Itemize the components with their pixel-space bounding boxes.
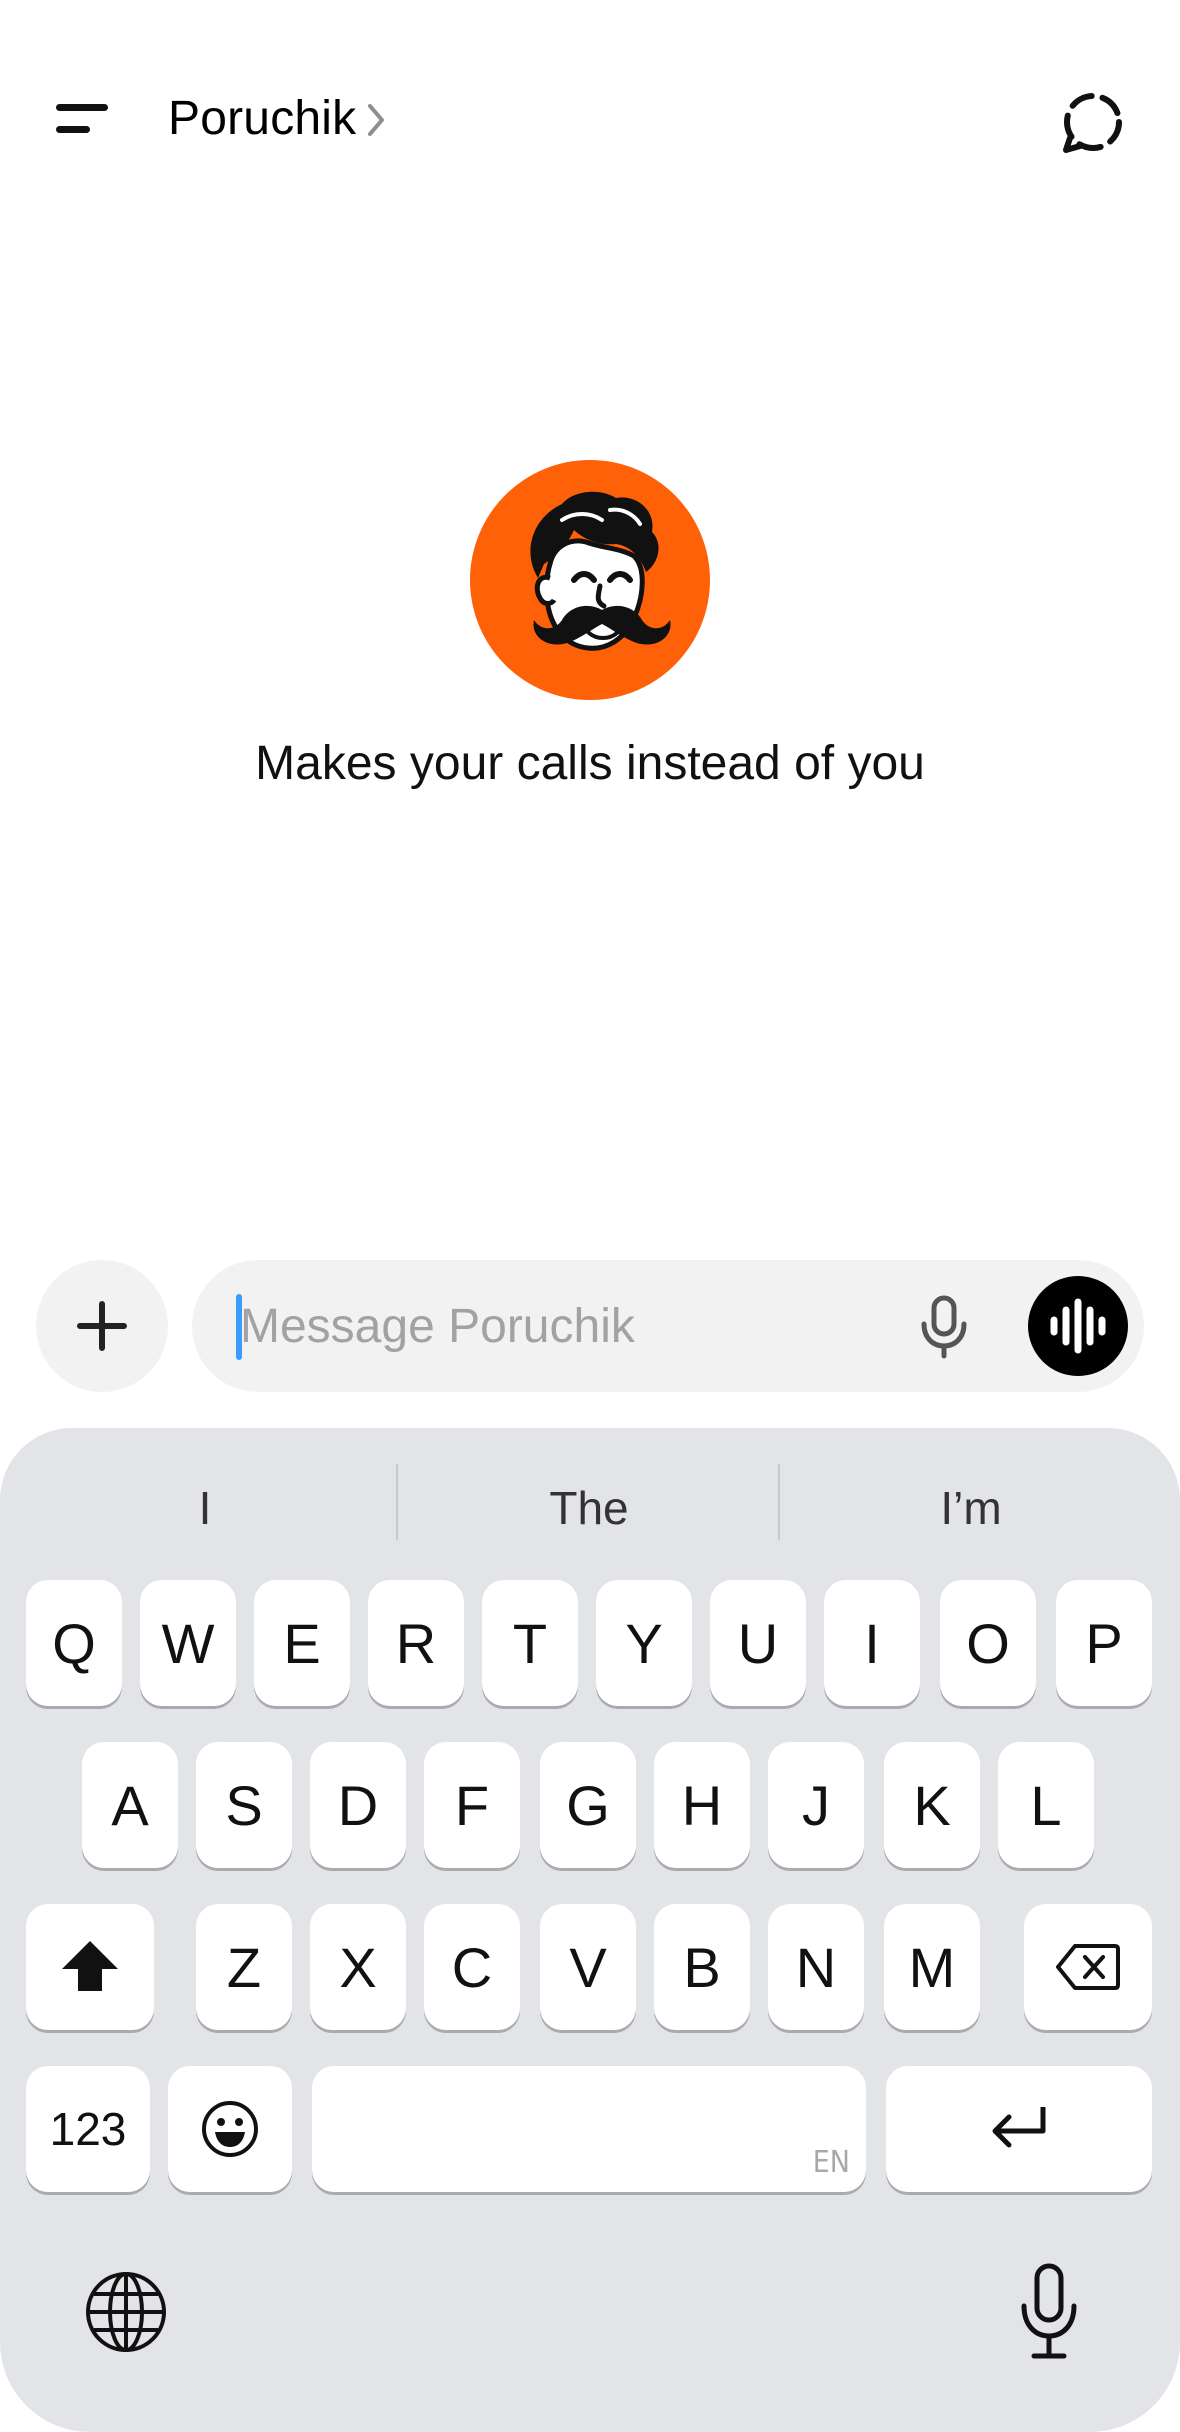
message-input[interactable] — [240, 1284, 880, 1368]
key-t[interactable]: T — [482, 1580, 578, 1706]
key-v[interactable]: V — [540, 1904, 636, 2030]
key-n[interactable]: N — [768, 1904, 864, 2030]
key-r[interactable]: R — [368, 1580, 464, 1706]
assistant-avatar — [470, 460, 710, 700]
page-title: Poruchik — [168, 91, 357, 145]
shift-icon — [62, 1941, 118, 1991]
suggestion-1[interactable]: I — [30, 1468, 380, 1548]
backspace-key[interactable] — [1024, 1904, 1152, 2030]
key-k[interactable]: K — [884, 1742, 980, 1868]
divider — [778, 1464, 780, 1540]
emoji-key[interactable] — [168, 2066, 292, 2192]
menu-icon[interactable] — [52, 98, 114, 142]
key-a[interactable]: A — [82, 1742, 178, 1868]
assistant-title-button[interactable]: Poruchik — [168, 86, 386, 150]
message-composer — [192, 1260, 1144, 1392]
key-p[interactable]: P — [1056, 1580, 1152, 1706]
key-w[interactable]: W — [140, 1580, 236, 1706]
key-b[interactable]: B — [654, 1904, 750, 2030]
key-x[interactable]: X — [310, 1904, 406, 2030]
key-h[interactable]: H — [654, 1742, 750, 1868]
key-s[interactable]: S — [196, 1742, 292, 1868]
language-indicator: EN — [812, 2145, 850, 2180]
shift-key[interactable] — [26, 1904, 154, 2030]
key-o[interactable]: O — [940, 1580, 1036, 1706]
suggestion-3[interactable]: I’m — [796, 1468, 1146, 1548]
key-d[interactable]: D — [310, 1742, 406, 1868]
emoji-icon — [202, 2101, 258, 2157]
key-u[interactable]: U — [710, 1580, 806, 1706]
top-bar: Poruchik — [0, 0, 1180, 240]
backspace-icon — [1056, 1944, 1120, 1990]
key-g[interactable]: G — [540, 1742, 636, 1868]
key-l[interactable]: L — [998, 1742, 1094, 1868]
key-m[interactable]: M — [884, 1904, 980, 2030]
return-key[interactable] — [886, 2066, 1152, 2192]
microphone-icon[interactable] — [912, 1292, 976, 1362]
plus-icon — [77, 1301, 127, 1351]
key-c[interactable]: C — [424, 1904, 520, 2030]
suggestion-2[interactable]: The — [414, 1468, 764, 1548]
divider — [396, 1464, 398, 1540]
attach-button[interactable] — [36, 1260, 168, 1392]
key-j[interactable]: J — [768, 1742, 864, 1868]
new-chat-icon[interactable] — [1058, 88, 1128, 158]
assistant-tagline: Makes your calls instead of you — [255, 737, 925, 790]
key-q[interactable]: Q — [26, 1580, 122, 1706]
globe-icon[interactable] — [82, 2268, 170, 2356]
chevron-right-icon — [368, 104, 385, 136]
on-screen-keyboard: I The I’m Q W E R T Y U I O P A S D F G … — [0, 1428, 1180, 2432]
key-i[interactable]: I — [824, 1580, 920, 1706]
dictation-icon[interactable] — [1016, 2262, 1082, 2362]
mustache-man-logo — [530, 491, 671, 651]
key-y[interactable]: Y — [596, 1580, 692, 1706]
numbers-key[interactable]: 123 — [26, 2066, 150, 2192]
space-key[interactable]: EN — [312, 2066, 866, 2192]
key-z[interactable]: Z — [196, 1904, 292, 2030]
voice-mode-button[interactable] — [1028, 1276, 1128, 1376]
voice-waveform-icon — [1050, 1298, 1106, 1354]
key-e[interactable]: E — [254, 1580, 350, 1706]
return-icon — [992, 2107, 1046, 2148]
key-f[interactable]: F — [424, 1742, 520, 1868]
